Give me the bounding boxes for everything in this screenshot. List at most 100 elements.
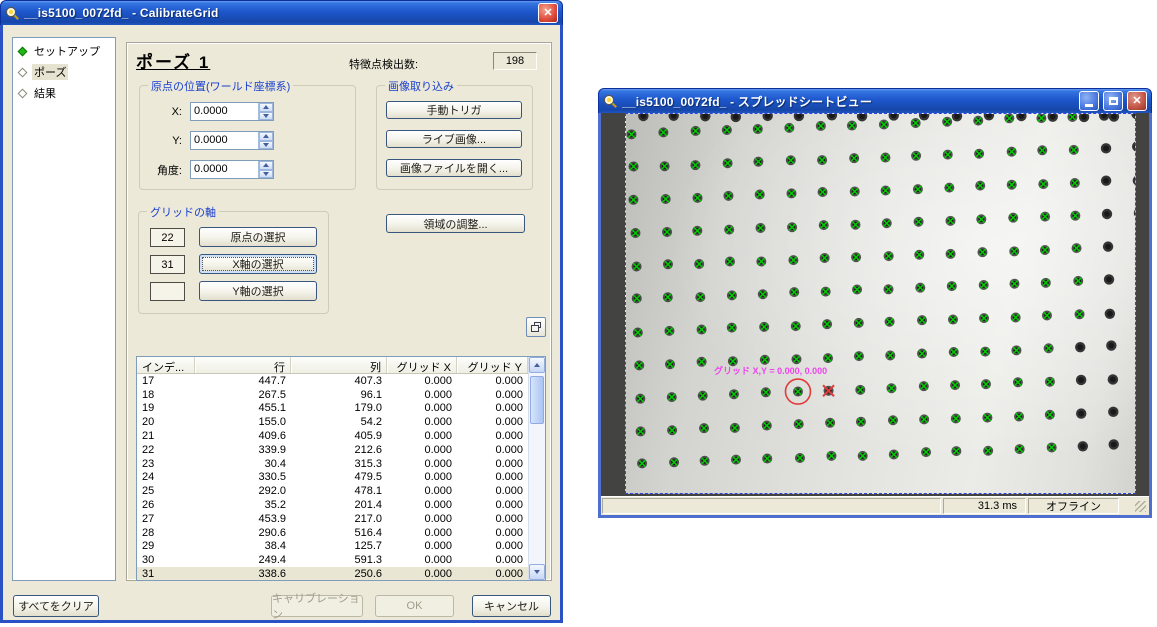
angle-field-value[interactable]: 0.0000 (191, 161, 258, 178)
table-row[interactable]: 24330.5479.50.0000.000 (137, 471, 528, 485)
table-row[interactable]: 17447.7407.30.0000.000 (137, 374, 528, 388)
table-cell: 0.000 (387, 513, 457, 525)
angle-field[interactable]: 0.0000 (190, 160, 274, 179)
minimize-icon[interactable] (1079, 91, 1099, 111)
column-header[interactable]: グリッド Y (457, 357, 528, 373)
y-field[interactable]: 0.0000 (190, 131, 274, 150)
copy-icon (531, 322, 542, 332)
angle-field-label: 角度: (142, 162, 190, 178)
table-row[interactable]: 27453.9217.00.0000.000 (137, 512, 528, 526)
table-row[interactable]: 20155.054.20.0000.000 (137, 415, 528, 429)
y-spinner[interactable] (258, 132, 273, 149)
spin-down-icon[interactable] (259, 112, 273, 121)
table-row[interactable]: 2635.2201.40.0000.000 (137, 498, 528, 512)
x-spinner[interactable] (258, 103, 273, 120)
angle-spinner[interactable] (258, 161, 273, 178)
spin-up-icon[interactable] (259, 103, 273, 112)
manual-trigger-button[interactable]: 手動トリガ (386, 101, 522, 119)
close-icon[interactable]: ✕ (1127, 91, 1147, 111)
x-field-label: X: (142, 106, 190, 118)
table-cell: 292.0 (195, 485, 291, 497)
table-cell: 212.6 (291, 444, 387, 456)
spin-down-icon[interactable] (259, 141, 273, 150)
table-cell: 0.000 (387, 554, 457, 566)
table-row[interactable]: 28290.6516.40.0000.000 (137, 526, 528, 540)
calibrate-window-titlebar[interactable]: __is5100_0072fd_ - CalibrateGrid ✕ (0, 0, 563, 25)
grid-axis-group-title: グリッドの軸 (147, 204, 219, 220)
column-header[interactable]: グリッド X (387, 357, 457, 373)
table-cell: 217.0 (291, 513, 387, 525)
select-y-axis-button[interactable]: Y軸の選択 (199, 281, 317, 301)
x-field-value[interactable]: 0.0000 (191, 103, 258, 120)
spreadsheet-window-body: グリッド X,Y = 0.000, 0.000 31.3 ms オフライン (598, 113, 1152, 518)
feature-table: インデ...行列グリッド Xグリッド Y 17447.7407.30.0000.… (136, 356, 546, 581)
calibrate-window-body: セットアップポーズ結果 ポーズ 1 特徴点検出数: 198 原点の位置(ワールド… (0, 25, 563, 623)
table-cell: 19 (137, 402, 195, 414)
spin-up-icon[interactable] (259, 132, 273, 141)
window-title: __is5100_0072fd_ - スプレッドシートビュー (622, 93, 1075, 110)
calibration-button[interactable]: キャリブレーション (271, 595, 363, 617)
scrollbar-track[interactable] (529, 373, 545, 564)
adjust-region-button[interactable]: 領域の調整... (386, 214, 525, 233)
status-grip-panel (1121, 498, 1148, 514)
table-cell: 409.6 (195, 430, 291, 442)
live-image-button[interactable]: ライブ画像... (386, 130, 522, 148)
spreadsheet-window-titlebar[interactable]: __is5100_0072fd_ - スプレッドシートビュー ✕ (598, 88, 1152, 113)
spin-up-icon[interactable] (259, 161, 273, 170)
table-cell: 0.000 (387, 402, 457, 414)
x-field[interactable]: 0.0000 (190, 102, 274, 121)
scroll-up-icon[interactable] (529, 357, 545, 373)
open-image-file-button[interactable]: 画像ファイルを開く... (386, 159, 522, 177)
table-row[interactable]: 31338.6250.60.0000.000 (137, 567, 528, 580)
table-cell: 0.000 (457, 389, 528, 401)
calibration-image[interactable]: グリッド X,Y = 0.000, 0.000 (625, 113, 1136, 494)
sidebar-item-ポーズ[interactable]: ポーズ (15, 63, 113, 81)
sidebar-item-結果[interactable]: 結果 (15, 84, 113, 102)
table-cell: 0.000 (457, 499, 528, 511)
table-cell: 516.4 (291, 527, 387, 539)
select-x-axis-button[interactable]: X軸の選択 (199, 254, 317, 274)
status-panel-empty (602, 498, 941, 514)
table-row[interactable]: 21409.6405.90.0000.000 (137, 429, 528, 443)
column-header[interactable]: 列 (291, 357, 387, 373)
select-origin-button[interactable]: 原点の選択 (199, 227, 317, 247)
table-row[interactable]: 30249.4591.30.0000.000 (137, 553, 528, 567)
resize-grip[interactable] (1135, 501, 1146, 512)
origin-group: 原点の位置(ワールド座標系) X: 0.0000 Y: 0.0000 (139, 85, 356, 190)
table-cell: 28 (137, 527, 195, 539)
table-cell: 27 (137, 513, 195, 525)
table-row[interactable]: 2330.4315.30.0000.000 (137, 457, 528, 471)
cancel-button[interactable]: キャンセル (472, 595, 551, 617)
column-header[interactable]: インデ... (137, 357, 195, 373)
scrollbar-thumb[interactable] (530, 376, 544, 424)
table-row[interactable]: 18267.596.10.0000.000 (137, 388, 528, 402)
spin-down-icon[interactable] (259, 170, 273, 179)
sidebar-item-セットアップ[interactable]: セットアップ (15, 42, 113, 60)
table-row[interactable]: 22339.9212.60.0000.000 (137, 443, 528, 457)
feature-count-value: 198 (493, 52, 537, 70)
ok-button[interactable]: OK (375, 595, 454, 617)
feature-table-header[interactable]: インデ...行列グリッド Xグリッド Y (137, 357, 528, 374)
y-field-value[interactable]: 0.0000 (191, 132, 258, 149)
table-cell: 0.000 (387, 458, 457, 470)
status-mode: オフライン (1028, 498, 1119, 514)
pose-panel: ポーズ 1 特徴点検出数: 198 原点の位置(ワールド座標系) X: 0.00… (126, 42, 552, 581)
column-header[interactable]: 行 (195, 357, 291, 373)
step-list: セットアップポーズ結果 (12, 37, 116, 581)
table-cell: 0.000 (457, 513, 528, 525)
table-cell: 0.000 (457, 471, 528, 483)
grid-axis-group: グリッドの軸 22 原点の選択 31 X軸の選択 Y軸の選択 (138, 211, 329, 314)
table-row[interactable]: 19455.1179.00.0000.000 (137, 402, 528, 416)
table-cell: 0.000 (387, 444, 457, 456)
completed-diamond-icon (18, 46, 28, 56)
table-cell: 24 (137, 471, 195, 483)
table-row[interactable]: 2938.4125.70.0000.000 (137, 540, 528, 554)
close-icon[interactable]: ✕ (538, 3, 558, 23)
table-scrollbar[interactable] (528, 357, 545, 580)
image-view-area[interactable]: グリッド X,Y = 0.000, 0.000 (601, 113, 1149, 496)
clear-all-button[interactable]: すべてをクリア (13, 595, 99, 617)
scroll-down-icon[interactable] (529, 564, 545, 580)
maximize-icon[interactable] (1103, 91, 1123, 111)
copy-view-button[interactable] (526, 317, 546, 337)
table-row[interactable]: 25292.0478.10.0000.000 (137, 484, 528, 498)
